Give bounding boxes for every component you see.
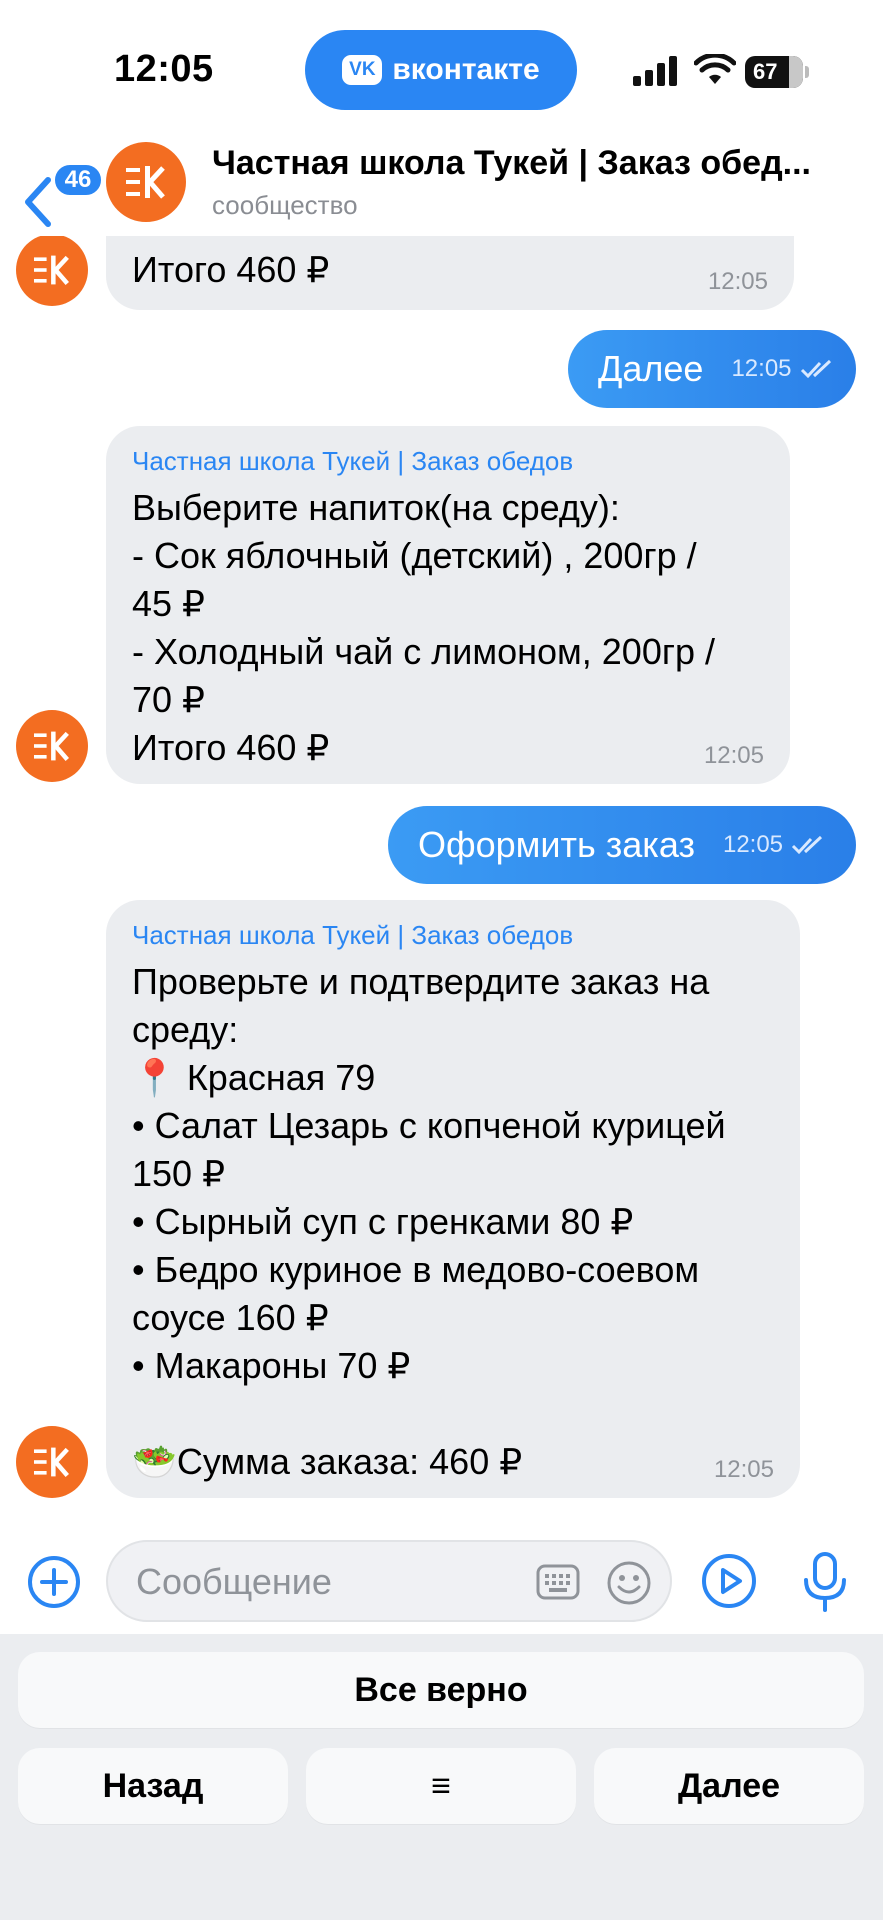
clock: 12:05 xyxy=(114,48,214,90)
signal-icon xyxy=(633,56,677,86)
message-line: • Салат Цезарь с копченой курицей xyxy=(132,1105,726,1146)
next-keyboard-button[interactable]: Далее xyxy=(594,1748,864,1824)
mic-icon[interactable] xyxy=(800,1550,850,1614)
double-check-icon xyxy=(800,359,831,379)
tukey-logo-icon xyxy=(34,1447,70,1477)
message-text: Оформить заказ xyxy=(418,824,695,865)
message-sender: Частная школа Тукей | Заказ обедов xyxy=(132,446,574,476)
message-bubble-incoming[interactable]: Частная школа Тукей | Заказ обедов Прове… xyxy=(106,900,800,1498)
battery-level: 67 xyxy=(753,59,778,84)
vk-app-pill[interactable]: VK вконтакте xyxy=(305,30,577,110)
sender-avatar[interactable] xyxy=(16,710,88,782)
plus-icon[interactable] xyxy=(26,1554,82,1610)
message-sender: Частная школа Тукей | Заказ обедов xyxy=(132,920,574,950)
smile-icon[interactable] xyxy=(606,1560,652,1606)
message-line: Итого 460 ₽ xyxy=(132,249,330,290)
message-line: Проверьте и подтвердите заказ на xyxy=(132,961,710,1002)
message-composer xyxy=(0,1530,883,1634)
keyboard-icon[interactable] xyxy=(536,1562,580,1602)
chat-header: 46 Частная школа Тукей | Заказ обед... с… xyxy=(0,140,883,236)
message-line: - Сок яблочный (детский) , 200гр / xyxy=(132,535,697,576)
message-time-row: 12:05 xyxy=(731,355,833,383)
play-icon[interactable] xyxy=(700,1552,758,1610)
message-time: 12:05 xyxy=(703,742,764,769)
message-bubble-outgoing[interactable]: Далее 12:05 xyxy=(568,330,856,408)
chat-subtitle: сообщество xyxy=(212,190,358,220)
message-line: - Холодный чай с лимоном, 200гр / xyxy=(132,631,715,672)
sender-avatar[interactable] xyxy=(16,234,88,306)
message-time: 12:05 xyxy=(731,355,792,382)
message-line: соусе 160 ₽ xyxy=(132,1297,329,1338)
back-icon xyxy=(25,177,51,227)
back-button[interactable]: 46 xyxy=(22,160,104,227)
message-input[interactable] xyxy=(134,1560,518,1604)
message-line: • Сырный суп с гренками 80 ₽ xyxy=(132,1201,634,1242)
message-time: 12:05 xyxy=(713,1456,774,1483)
tukey-logo-icon xyxy=(34,255,70,285)
bot-keyboard: Все верно Назад ≡ Далее xyxy=(0,1634,883,1920)
vk-logo-icon: VK xyxy=(342,55,383,85)
tukey-logo-icon xyxy=(126,166,165,199)
message-bubble-outgoing[interactable]: Оформить заказ 12:05 xyxy=(388,806,856,884)
message-line: Итого 460 ₽ xyxy=(132,727,330,768)
vk-app-name: вконтакте xyxy=(392,53,540,86)
message-time: 12:05 xyxy=(722,831,784,858)
message-line: 150 ₽ xyxy=(132,1153,225,1194)
battery-indicator: 67 xyxy=(745,56,809,88)
message-line: среду: xyxy=(132,1009,239,1050)
battery-empty-part xyxy=(789,56,803,88)
menu-button[interactable]: ≡ xyxy=(306,1748,576,1824)
chat-title[interactable]: Частная школа Тукей | Заказ обед... xyxy=(212,144,842,183)
double-check-icon xyxy=(791,835,823,855)
message-line xyxy=(132,1390,774,1438)
message-line: Выберите напиток(на среду): xyxy=(132,487,620,528)
message-line: • Макароны 70 ₽ xyxy=(132,1345,411,1386)
tukey-logo-icon xyxy=(34,731,70,761)
status-bar: 12:05 VK вконтакте 67 xyxy=(0,0,883,140)
sender-avatar[interactable] xyxy=(16,1426,88,1498)
confirm-button[interactable]: Все верно xyxy=(18,1652,864,1728)
message-text: Далее xyxy=(598,348,704,389)
message-line: 📍 Красная 79 xyxy=(132,1057,376,1098)
message-line: 45 ₽ xyxy=(132,583,205,624)
message-line: • Бедро куриное в медово-соевом xyxy=(132,1249,700,1290)
message-time: 12:05 xyxy=(707,268,768,295)
wifi-icon xyxy=(694,54,736,84)
community-avatar[interactable] xyxy=(106,142,186,222)
message-time-row: 12:05 xyxy=(723,831,825,859)
message-line: 🥗Сумма заказа: 460 ₽ xyxy=(132,1441,523,1482)
back-keyboard-button[interactable]: Назад xyxy=(18,1748,288,1824)
message-line: 70 ₽ xyxy=(132,679,205,720)
message-bubble-incoming[interactable]: Частная школа Тукей | Заказ обедов Выбер… xyxy=(106,426,790,784)
message-input-wrap xyxy=(106,1540,672,1622)
unread-count-badge: 46 xyxy=(52,162,104,198)
